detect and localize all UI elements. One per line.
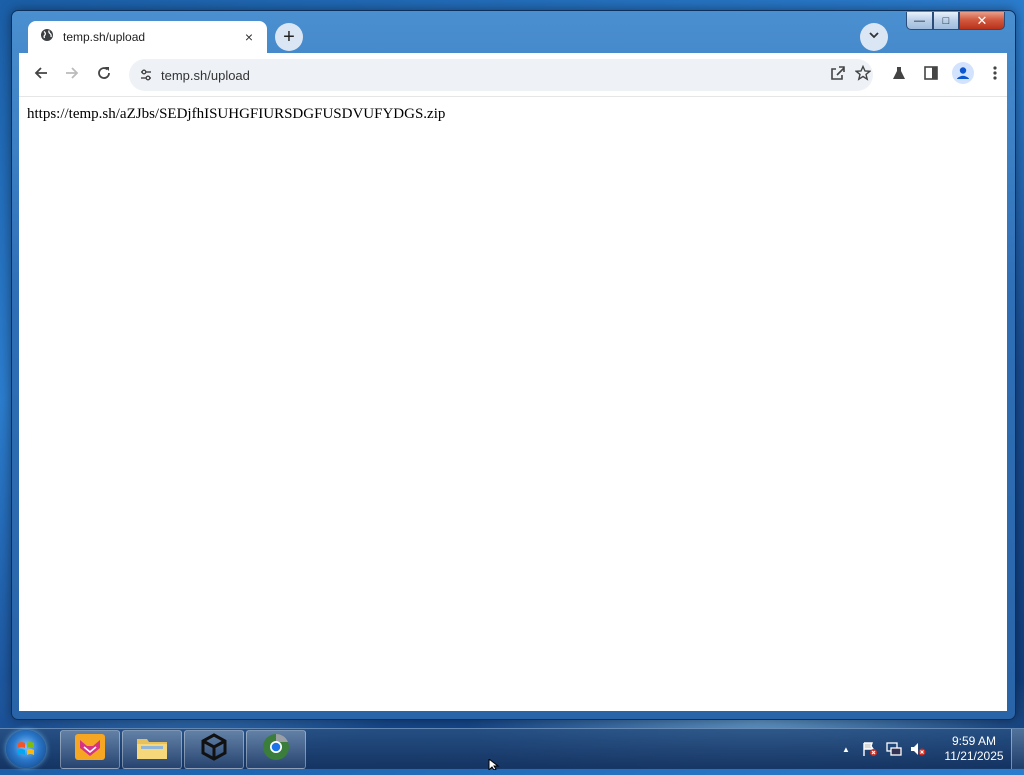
network-icon[interactable] — [886, 741, 902, 757]
unity-icon — [200, 733, 228, 766]
tray-overflow-icon[interactable]: ▲ — [842, 745, 850, 754]
reload-button[interactable] — [90, 61, 118, 89]
back-button[interactable] — [27, 61, 55, 89]
star-icon — [854, 64, 872, 86]
share-button[interactable] — [824, 61, 852, 89]
minimize-button[interactable]: — — [906, 12, 933, 30]
maximize-button[interactable]: □ — [933, 12, 959, 30]
chrome-icon — [261, 732, 291, 767]
volume-muted-icon[interactable] — [910, 741, 926, 757]
window-controls: — □ ✕ — [906, 12, 1005, 30]
url-text: temp.sh/upload — [161, 67, 250, 83]
taskbar-unity[interactable] — [184, 730, 244, 769]
browser-tab[interactable]: temp.sh/upload × — [28, 21, 267, 53]
action-center-flag-icon[interactable] — [862, 741, 878, 757]
side-panel-icon — [923, 65, 939, 86]
browser-window: — □ ✕ temp.sh/upload × + temp.sh/upload … — [11, 10, 1016, 720]
profile-button[interactable] — [949, 61, 977, 89]
clock-time: 9:59 AM — [951, 734, 997, 748]
windows-logo-icon — [17, 740, 35, 763]
menu-icon — [993, 65, 997, 86]
back-icon — [33, 65, 49, 86]
upload-result-url[interactable]: https://temp.sh/aZJbs/SEDjfhISUHGFIURSDG… — [27, 106, 445, 123]
new-tab-button[interactable]: + — [275, 23, 303, 51]
side-panel-button[interactable] — [917, 61, 945, 89]
mouse-cursor-icon — [488, 757, 500, 775]
globe-icon — [40, 28, 54, 47]
taskbar-clock[interactable]: 9:59 AM 11/21/2025 — [940, 734, 1008, 764]
profile-icon — [952, 61, 974, 89]
browser-toolbar: temp.sh/upload — [19, 53, 1007, 96]
taskbar-app-1[interactable] — [60, 730, 120, 769]
page-content: https://temp.sh/aZJbs/SEDjfhISUHGFIURSDG… — [19, 96, 1007, 711]
site-info-icon[interactable] — [139, 68, 153, 82]
labs-icon — [891, 65, 907, 86]
tab-close-icon[interactable]: × — [241, 29, 257, 45]
show-desktop-button[interactable] — [1011, 729, 1024, 769]
address-bar[interactable]: temp.sh/upload — [129, 59, 873, 91]
labs-button[interactable] — [885, 61, 913, 89]
taskbar-browser[interactable] — [246, 730, 306, 769]
folder-icon — [136, 734, 168, 765]
share-icon — [830, 65, 846, 86]
clock-date: 11/21/2025 — [944, 749, 1004, 763]
plus-icon: + — [283, 26, 295, 48]
menu-button[interactable] — [981, 61, 1009, 89]
tab-search-button[interactable] — [860, 23, 888, 51]
forward-button[interactable] — [58, 61, 86, 89]
system-tray: ▲ — [842, 729, 926, 769]
start-button[interactable] — [6, 730, 46, 768]
forward-icon — [64, 65, 80, 86]
app-1-icon — [75, 734, 105, 765]
tab-search-icon — [868, 28, 880, 46]
taskbar-file-explorer[interactable] — [122, 730, 182, 769]
tab-title: temp.sh/upload — [63, 30, 146, 44]
taskbar: ▲ 9:59 AM 11/21/2025 — [0, 728, 1024, 769]
close-button[interactable]: ✕ — [959, 12, 1005, 30]
bookmark-button[interactable] — [849, 61, 877, 89]
reload-icon — [96, 65, 112, 86]
